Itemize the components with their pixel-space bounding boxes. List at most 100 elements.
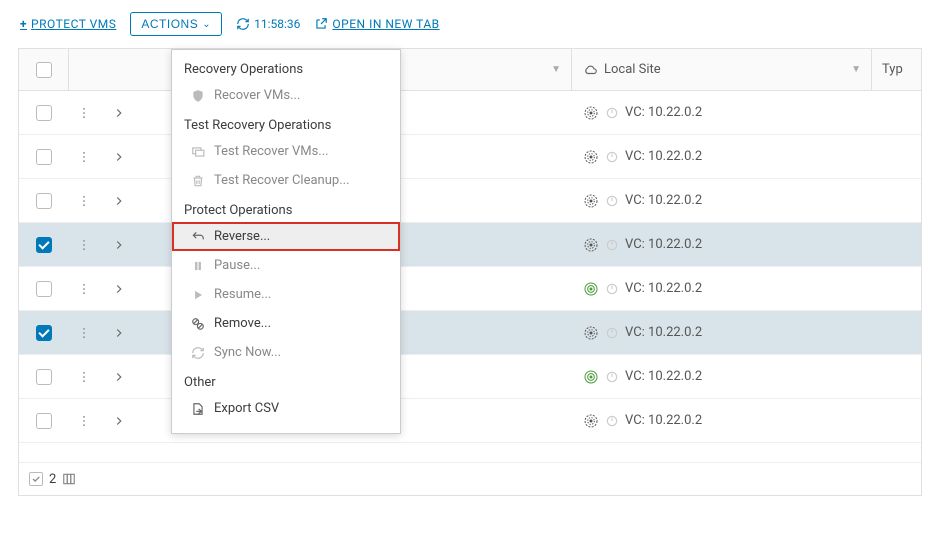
remove-icon — [190, 317, 206, 331]
dropdown-section-label: Protect Operations — [172, 195, 400, 222]
row-checkbox[interactable] — [36, 281, 52, 297]
dropdown-item[interactable]: Export CSV — [172, 394, 400, 423]
status-icon — [583, 193, 599, 209]
power-icon — [605, 282, 619, 296]
row-expand[interactable] — [99, 311, 139, 354]
row-expand[interactable] — [99, 399, 139, 442]
row-checkbox[interactable] — [36, 413, 52, 429]
selected-count: 2 — [49, 472, 56, 487]
filter-icon[interactable]: ▼ — [851, 64, 861, 75]
actions-dropdown: Recovery Operations Recover VMs... Test Re… — [171, 49, 401, 434]
status-icon — [583, 149, 599, 165]
status-icon — [583, 281, 599, 297]
row-kebab-menu[interactable] — [69, 223, 99, 266]
row-kebab-menu[interactable] — [69, 267, 99, 310]
header-menu-col — [69, 49, 99, 90]
power-icon — [605, 194, 619, 208]
dropdown-item: Test Recover VMs... — [172, 137, 400, 166]
row-checkbox[interactable] — [36, 237, 52, 253]
select-all-checkbox[interactable] — [36, 62, 52, 78]
row-kebab-menu[interactable] — [69, 399, 99, 442]
dropdown-item-label: Remove... — [214, 316, 271, 331]
kebab-icon — [77, 282, 91, 296]
table-row[interactable]: hcx42 VC: 10.22.0.2 — [19, 91, 921, 135]
refresh-button[interactable]: 11:58:36 — [236, 17, 300, 31]
table-row[interactable]: hcx46 VC: 10.22.0.2 — [19, 223, 921, 267]
chevron-right-icon — [112, 106, 126, 120]
dropdown-item[interactable]: Remove... — [172, 309, 400, 338]
local-site-value: VC: 10.22.0.2 — [625, 193, 702, 208]
dropdown-item-label: Test Recover VMs... — [214, 144, 329, 159]
status-icon — [583, 237, 599, 253]
test-icon — [190, 145, 206, 159]
dropdown-item[interactable]: Reverse... — [172, 222, 400, 251]
table-row[interactable]: hcx43 VC: 10.22.0.2 — [19, 135, 921, 179]
row-spacer — [19, 443, 921, 463]
table-row[interactable]: hcx45 VC: 10.22.0.2 — [19, 311, 921, 355]
dropdown-section-label: Recovery Operations — [172, 56, 400, 81]
protect-vms-button[interactable]: + PROTECT VMS — [20, 17, 116, 31]
row-expand[interactable] — [99, 223, 139, 266]
sync-icon — [190, 346, 206, 360]
row-checkbox[interactable] — [36, 105, 52, 121]
status-icon — [583, 413, 599, 429]
kebab-icon — [77, 150, 91, 164]
column-header-local-site[interactable]: Local Site ▼ — [571, 49, 871, 90]
actions-button[interactable]: ACTIONS ⌄ — [130, 12, 222, 36]
row-expand[interactable] — [99, 135, 139, 178]
dropdown-item-label: Resume... — [214, 287, 271, 302]
chevron-right-icon — [112, 414, 126, 428]
power-icon — [605, 150, 619, 164]
chevron-right-icon — [112, 282, 126, 296]
open-in-new-tab-button[interactable]: OPEN IN NEW TAB — [314, 17, 439, 31]
status-icon — [583, 105, 599, 121]
kebab-icon — [77, 238, 91, 252]
row-kebab-menu[interactable] — [69, 179, 99, 222]
dropdown-item: Pause... — [172, 251, 400, 280]
dropdown-section-label: Test Recovery Operations — [172, 110, 400, 137]
table-row[interactable]: hcx40 VC: 10.22.0.2 — [19, 267, 921, 311]
trash-icon — [190, 174, 206, 188]
row-expand[interactable] — [99, 267, 139, 310]
dropdown-item: Resume... — [172, 280, 400, 309]
dropdown-item-label: Test Recover Cleanup... — [214, 173, 350, 188]
footer-selection-indicator[interactable] — [29, 472, 43, 486]
status-icon — [583, 369, 599, 385]
row-checkbox[interactable] — [36, 193, 52, 209]
pause-icon — [190, 259, 206, 273]
type-column-label: Typ — [882, 62, 903, 77]
status-icon — [583, 325, 599, 341]
row-checkbox[interactable] — [36, 325, 52, 341]
local-site-value: VC: 10.22.0.2 — [625, 149, 702, 164]
dropdown-item-label: Reverse... — [214, 229, 270, 244]
table-header: VM ▼ Local Site ▼ Typ — [19, 49, 921, 91]
dropdown-item-label: Pause... — [214, 258, 260, 273]
kebab-icon — [77, 326, 91, 340]
row-checkbox[interactable] — [36, 369, 52, 385]
row-checkbox[interactable] — [36, 149, 52, 165]
columns-icon[interactable] — [62, 472, 76, 486]
row-expand[interactable] — [99, 179, 139, 222]
power-icon — [605, 326, 619, 340]
table-row[interactable]: hcx44 VC: 10.22.0.2 — [19, 179, 921, 223]
row-kebab-menu[interactable] — [69, 91, 99, 134]
row-expand[interactable] — [99, 355, 139, 398]
dropdown-item-label: Recover VMs... — [214, 88, 300, 103]
table-row[interactable]: hcx39 VC: 10.22.0.2 — [19, 399, 921, 443]
chevron-right-icon — [112, 326, 126, 340]
row-kebab-menu[interactable] — [69, 135, 99, 178]
row-kebab-menu[interactable] — [69, 311, 99, 354]
table-footer: 2 — [19, 463, 921, 495]
play-icon — [190, 288, 206, 302]
row-expand[interactable] — [99, 91, 139, 134]
table-row[interactable]: hcx41 VC: 10.22.0.2 — [19, 355, 921, 399]
local-site-value: VC: 10.22.0.2 — [625, 237, 702, 252]
dropdown-section-label: Other — [172, 367, 400, 394]
chevron-right-icon — [112, 150, 126, 164]
row-kebab-menu[interactable] — [69, 355, 99, 398]
refresh-icon — [236, 17, 250, 31]
column-header-type[interactable]: Typ — [871, 49, 921, 90]
local-site-column-label: Local Site — [604, 62, 661, 77]
filter-icon[interactable]: ▼ — [551, 64, 561, 75]
power-icon — [605, 238, 619, 252]
